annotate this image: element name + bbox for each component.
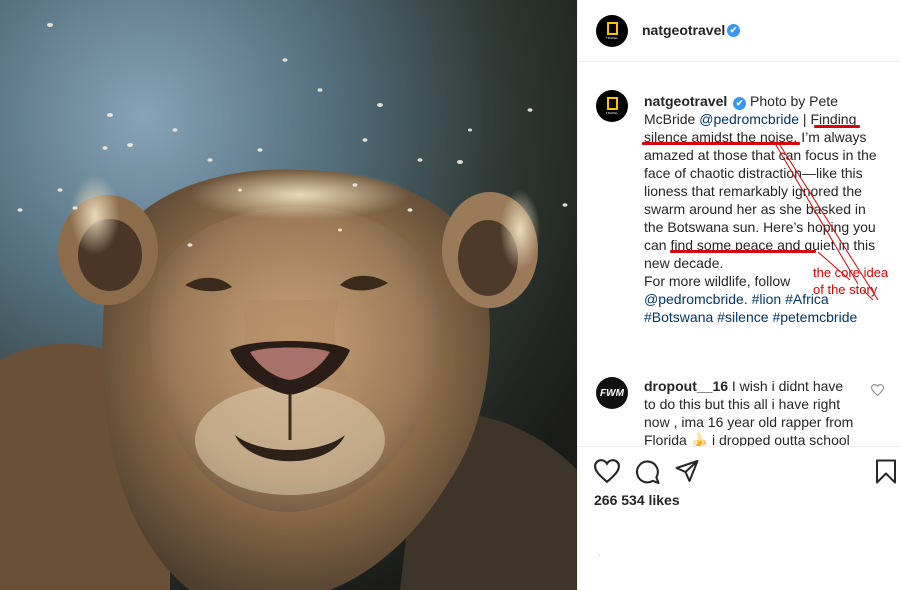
comment-icon[interactable] bbox=[634, 459, 660, 484]
avatar-label: TRAVEL bbox=[605, 111, 619, 115]
verified-badge-icon: ✔ bbox=[727, 24, 740, 37]
heart-icon[interactable] bbox=[594, 459, 620, 483]
commenter-name-link[interactable]: dropout__16 bbox=[644, 378, 728, 394]
annotation-underline bbox=[670, 250, 816, 253]
avatar-label: TRAVEL bbox=[605, 36, 619, 40]
hashtag-link[interactable]: #petemcbride bbox=[772, 309, 857, 325]
annotation-line-2: of the story bbox=[813, 282, 878, 297]
mention-link[interactable]: @pedromcbride bbox=[699, 111, 799, 127]
annotation-note: the core idea of the story bbox=[813, 264, 888, 298]
annotation-line-1: the core idea bbox=[813, 265, 889, 280]
account-avatar[interactable]: TRAVEL bbox=[596, 15, 628, 47]
footer-mark: . bbox=[598, 549, 601, 558]
caption-author-avatar[interactable]: TRAVEL bbox=[596, 90, 628, 122]
verified-badge-icon: ✔ bbox=[733, 97, 747, 110]
commenter-avatar[interactable]: FWM bbox=[596, 377, 628, 409]
post-photo bbox=[0, 0, 577, 590]
comment-like-heart-icon[interactable] bbox=[871, 384, 884, 396]
account-name-link[interactable]: natgeotravel bbox=[642, 22, 725, 38]
comment-text: dropout__16 I wish i didnt have to do th… bbox=[644, 377, 854, 446]
caption-segment: . bbox=[743, 291, 752, 307]
caption-segment: | Finding silence amidst the noise. I’m … bbox=[644, 111, 877, 271]
send-icon[interactable] bbox=[675, 459, 700, 483]
likes-count[interactable]: 266 534 likes bbox=[594, 492, 680, 508]
mention-link[interactable]: @pedromcbride bbox=[644, 291, 744, 307]
hashtag-link[interactable]: #silence bbox=[717, 309, 768, 325]
caption-segment: For more wildlife, follow bbox=[644, 273, 791, 289]
post-header: TRAVEL natgeotravel ✔ bbox=[578, 0, 900, 62]
bookmark-icon[interactable] bbox=[876, 459, 896, 484]
hashtag-link[interactable]: #Botswana bbox=[644, 309, 713, 325]
annotation-underline bbox=[814, 125, 860, 128]
natgeo-logo-icon bbox=[606, 97, 618, 110]
natgeo-logo-icon bbox=[606, 22, 618, 35]
post-actions: 266 534 likes . bbox=[578, 446, 900, 590]
post-side-panel: TRAVEL natgeotravel ✔ TRAVEL natgeotrave… bbox=[577, 0, 900, 590]
lioness-photo bbox=[0, 0, 577, 590]
caption-author-link[interactable]: natgeotravel bbox=[644, 93, 727, 109]
hashtag-link[interactable]: #lion bbox=[752, 291, 782, 307]
comments-area[interactable]: TRAVEL natgeotravel ✔ Photo by Pete McBr… bbox=[578, 62, 900, 446]
annotation-underline bbox=[642, 142, 800, 145]
